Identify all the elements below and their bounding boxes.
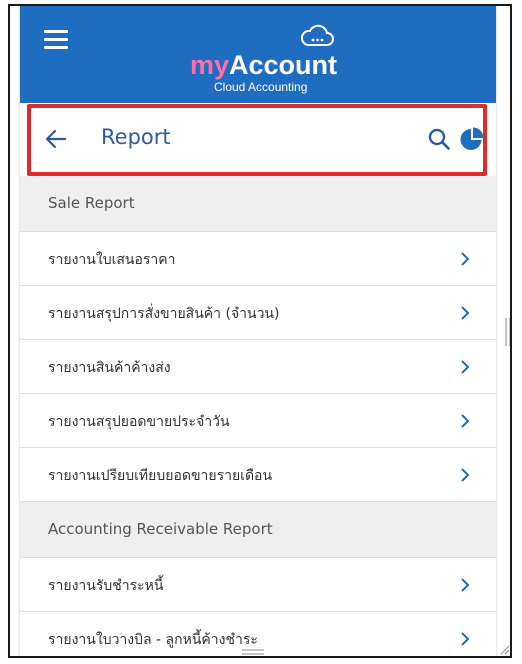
section-title: Accounting Receivable Report	[48, 520, 273, 538]
logo-my: my	[190, 50, 230, 80]
highlight-frame	[27, 104, 487, 176]
window-frame: myAccount Cloud Accounting Report Sale R…	[8, 4, 512, 658]
list-item[interactable]: รายงานใบเสนอราคา	[20, 232, 496, 286]
list-item-label: รายงานสรุปการสั่งขายสินค้า (จำนวน)	[48, 306, 280, 322]
list-item-label: รายงานสรุปยอดขายประจำวัน	[48, 414, 230, 430]
list-item[interactable]: รายงานรับชำระหนี้	[20, 558, 496, 612]
logo-account: Account	[229, 50, 338, 80]
chevron-right-icon	[461, 360, 470, 374]
chevron-right-icon	[461, 306, 470, 320]
cloud-icon	[300, 24, 334, 46]
section-header-accounting-receivable: Accounting Receivable Report	[20, 502, 496, 558]
list-item-label: รายงานรับชำระหนี้	[48, 578, 164, 594]
chevron-right-icon	[461, 578, 470, 592]
app-logo: myAccount Cloud Accounting	[190, 24, 350, 99]
resize-handle[interactable]	[498, 643, 510, 655]
list-item[interactable]: รายงานสรุปยอดขายประจำวัน	[20, 394, 496, 448]
list-item-label: รายงานใบเสนอราคา	[48, 252, 176, 268]
list-item[interactable]: รายงานสรุปการสั่งขายสินค้า (จำนวน)	[20, 286, 496, 340]
chevron-right-icon	[461, 468, 470, 482]
scrollbar-grip[interactable]	[505, 318, 511, 346]
list-item-label: รายงานเปรียบเทียบยอดขายรายเดือน	[48, 468, 273, 484]
logo-subtitle: Cloud Accounting	[214, 80, 308, 94]
drag-handle[interactable]	[242, 649, 264, 655]
app-screen: myAccount Cloud Accounting Report Sale R…	[20, 6, 496, 656]
list-item-label: รายงานใบวางบิล - ลูกหนี้ค้างชำระ	[48, 632, 258, 648]
list-item[interactable]: รายงานเปรียบเทียบยอดขายรายเดือน	[20, 448, 496, 502]
list-item[interactable]: รายงานสินค้าค้างส่ง	[20, 340, 496, 394]
logo-wordmark: myAccount	[190, 50, 350, 80]
list-item-label: รายงานสินค้าค้างส่ง	[48, 360, 171, 376]
chevron-right-icon	[461, 414, 470, 428]
section-header-sale-report: Sale Report	[20, 176, 496, 232]
section-title: Sale Report	[48, 194, 135, 212]
menu-icon[interactable]	[44, 30, 68, 50]
chevron-right-icon	[461, 252, 470, 266]
app-header: myAccount Cloud Accounting	[20, 6, 496, 103]
chevron-right-icon	[461, 632, 470, 646]
